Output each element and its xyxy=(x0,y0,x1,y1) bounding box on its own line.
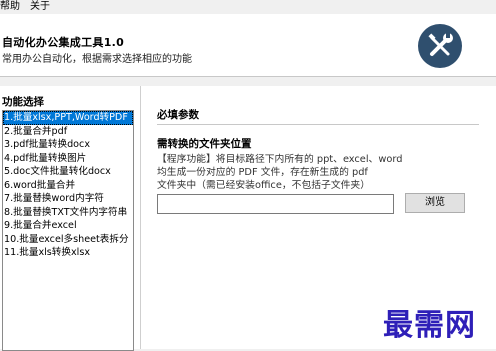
app-title: 自动化办公集成工具1.0 xyxy=(2,36,125,49)
folder-field-label: 需转换的文件夹位置 xyxy=(157,138,252,150)
function-item[interactable]: 6.word批量合并 xyxy=(3,179,133,193)
function-item[interactable]: 7.批量替换word内字符 xyxy=(3,192,133,206)
function-item[interactable]: 1.批量xlsx,PPT,Word转PDF xyxy=(3,111,133,125)
description-line: 文件夹中（需已经安装office，不包括子文件夹） xyxy=(157,180,371,191)
description-line: 【程序功能】将目标路径下内所有的 ppt、excel、word xyxy=(157,154,403,165)
menu-bar: 帮助 关于 xyxy=(0,0,496,14)
function-item[interactable]: 10.批量excel多sheet表拆分 xyxy=(3,233,133,247)
section-divider xyxy=(157,124,479,125)
function-item[interactable]: 4.pdf批量转换图片 xyxy=(3,152,133,166)
function-item[interactable]: 5.doc文件批量转化docx xyxy=(3,165,133,179)
function-item[interactable]: 11.批量xls转换xlsx xyxy=(3,246,133,260)
function-panel-title: 功能选择 xyxy=(2,96,44,108)
app-subtitle: 常用办公自动化，根据需求选择相应的功能 xyxy=(2,54,192,65)
function-item[interactable]: 2.批量合并pdf xyxy=(3,125,133,139)
required-params-title: 必填参数 xyxy=(157,109,199,121)
function-item[interactable]: 3.pdf批量转换docx xyxy=(3,138,133,152)
folder-path-input[interactable] xyxy=(157,194,394,214)
function-item[interactable]: 9.批量合并excel xyxy=(3,219,133,233)
menu-help[interactable]: 帮助 xyxy=(0,0,20,14)
function-list[interactable]: 1.批量xlsx,PPT,Word转PDF 2.批量合并pdf 3.pdf批量转… xyxy=(2,110,134,351)
wrench-screwdriver-icon xyxy=(418,24,462,68)
browse-button[interactable]: 浏览 xyxy=(405,193,465,213)
app-header: 自动化办公集成工具1.0 常用办公自动化，根据需求选择相应的功能 xyxy=(0,14,496,77)
description-line: 均生成一份对应的 PDF 文件，存在新生成的 pdf xyxy=(157,167,368,178)
watermark-text: 最需网 xyxy=(383,308,476,343)
function-panel: 功能选择 1.批量xlsx,PPT,Word转PDF 2.批量合并pdf 3.p… xyxy=(0,86,141,351)
menu-about[interactable]: 关于 xyxy=(30,0,50,14)
function-item[interactable]: 8.批量替换TXT文件内字符串 xyxy=(3,206,133,220)
